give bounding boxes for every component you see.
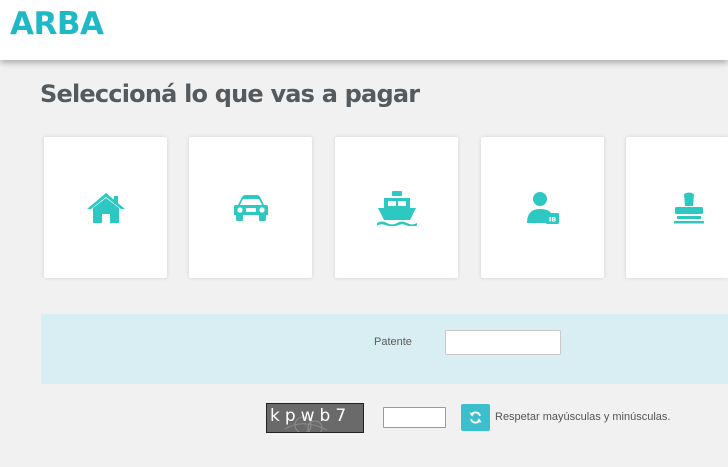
arba-logo[interactable]: ARBA <box>10 6 104 42</box>
svg-text:IB: IB <box>548 215 555 223</box>
captcha-hint: Respetar mayúsculas y minúsculas. <box>495 411 671 423</box>
option-card-sellos[interactable] <box>626 137 728 278</box>
car-icon <box>233 194 268 221</box>
captcha-image: kpwb7 <box>266 403 364 433</box>
captcha-input[interactable] <box>383 407 446 428</box>
boat-icon <box>376 190 417 226</box>
person-badge-icon: IB <box>526 191 559 224</box>
captcha-text: kpwb7 <box>270 406 352 426</box>
stamp-icon <box>674 192 704 223</box>
patente-label: Patente <box>374 336 412 348</box>
header: ARBA <box>0 0 728 60</box>
option-card-embarcaciones[interactable] <box>335 137 458 278</box>
option-card-inmobiliario[interactable] <box>44 137 167 278</box>
option-card-automotor[interactable] <box>189 137 312 278</box>
house-icon <box>86 192 125 223</box>
option-card-ingresos-brutos[interactable]: IB <box>481 137 604 278</box>
page-title: Seleccioná lo que vas a pagar <box>40 80 420 108</box>
patente-input[interactable] <box>445 330 561 355</box>
patente-form-band: Patente <box>41 314 728 384</box>
refresh-icon <box>469 411 482 424</box>
captcha-refresh-button[interactable] <box>461 404 490 431</box>
